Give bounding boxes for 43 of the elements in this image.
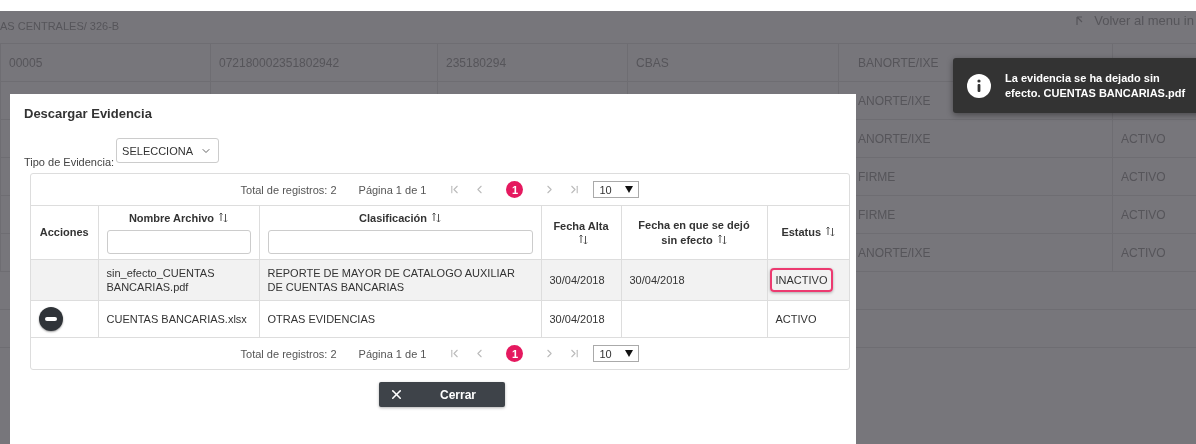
column-header[interactable]: Clasificación xyxy=(259,205,541,260)
page-size-select[interactable]: 10 xyxy=(593,181,640,198)
sort-icon[interactable] xyxy=(579,234,588,245)
column-header[interactable]: Nombre Archivo xyxy=(98,205,259,260)
dialog-title: Descargar Evidencia xyxy=(24,106,153,121)
table-row[interactable]: CUENTAS BANCARIAS.xlsx OTRAS EVIDENCIAS 30/04/2018 ACTIVO xyxy=(31,300,849,338)
page-number[interactable]: 1 xyxy=(506,181,524,198)
column-header[interactable]: Fecha Alta xyxy=(541,205,621,260)
table-cell: 30/04/2018 xyxy=(549,274,605,286)
table-cell: CUENTAS BANCARIAS.xlsx xyxy=(106,313,247,325)
table-row[interactable]: sin_efecto_CUENTAS BANCARIAS.pdf REPORTE DE MAYOR DE CATALOGO AUXILIAR DE CUENTAS BANCARIAS 30/04/2018 30/04/2018 INACTIVO xyxy=(31,259,849,301)
sort-icon[interactable] xyxy=(717,233,727,245)
table-cell: 30/04/2018 xyxy=(629,274,685,286)
page-size-select[interactable]: 10 xyxy=(593,345,640,362)
status-text: ACTIVO xyxy=(774,312,818,327)
table-cell: sin_efecto_CUENTAS BANCARIAS.pdf xyxy=(106,267,215,293)
info-icon xyxy=(967,73,991,98)
minus-button[interactable] xyxy=(39,307,63,331)
sort-icon[interactable] xyxy=(826,226,836,237)
page-info-text: Página 1 de 1 xyxy=(358,183,427,196)
sort-icon[interactable] xyxy=(431,212,441,223)
status-text: INACTIVO xyxy=(769,268,834,292)
caret-icon xyxy=(625,186,634,193)
filter-input[interactable] xyxy=(267,230,533,254)
minus-icon xyxy=(45,317,57,321)
table-cell: 30/04/2018 xyxy=(549,313,605,325)
evidence-type-select[interactable]: SELECCIONA xyxy=(116,138,220,163)
evidence-type-label: Tipo de Evidencia: xyxy=(24,156,115,168)
column-header[interactable]: Estatus xyxy=(767,205,849,260)
column-header[interactable]: Fecha en que se dejó sin efecto xyxy=(621,205,767,260)
total-records-text: Total de registros: 2 xyxy=(240,347,337,360)
column-header: Acciones xyxy=(31,205,98,260)
sort-icon[interactable] xyxy=(219,212,229,223)
caret-icon xyxy=(625,350,634,357)
table-cell: OTRAS EVIDENCIAS xyxy=(267,313,376,325)
close-button[interactable]: Cerrar xyxy=(379,382,505,407)
total-records-text: Total de registros: 2 xyxy=(240,183,337,196)
page-info-text: Página 1 de 1 xyxy=(358,347,427,360)
table-cell: REPORTE DE MAYOR DE CATALOGO AUXILIAR DE CUENTAS BANCARIAS xyxy=(267,267,515,293)
filter-input[interactable] xyxy=(106,230,251,254)
page-number[interactable]: 1 xyxy=(506,345,524,362)
notification-message: La evidencia se ha dejado sin efecto. CUENTAS BANCARIAS.pdf xyxy=(1005,70,1187,101)
close-icon xyxy=(389,387,404,402)
